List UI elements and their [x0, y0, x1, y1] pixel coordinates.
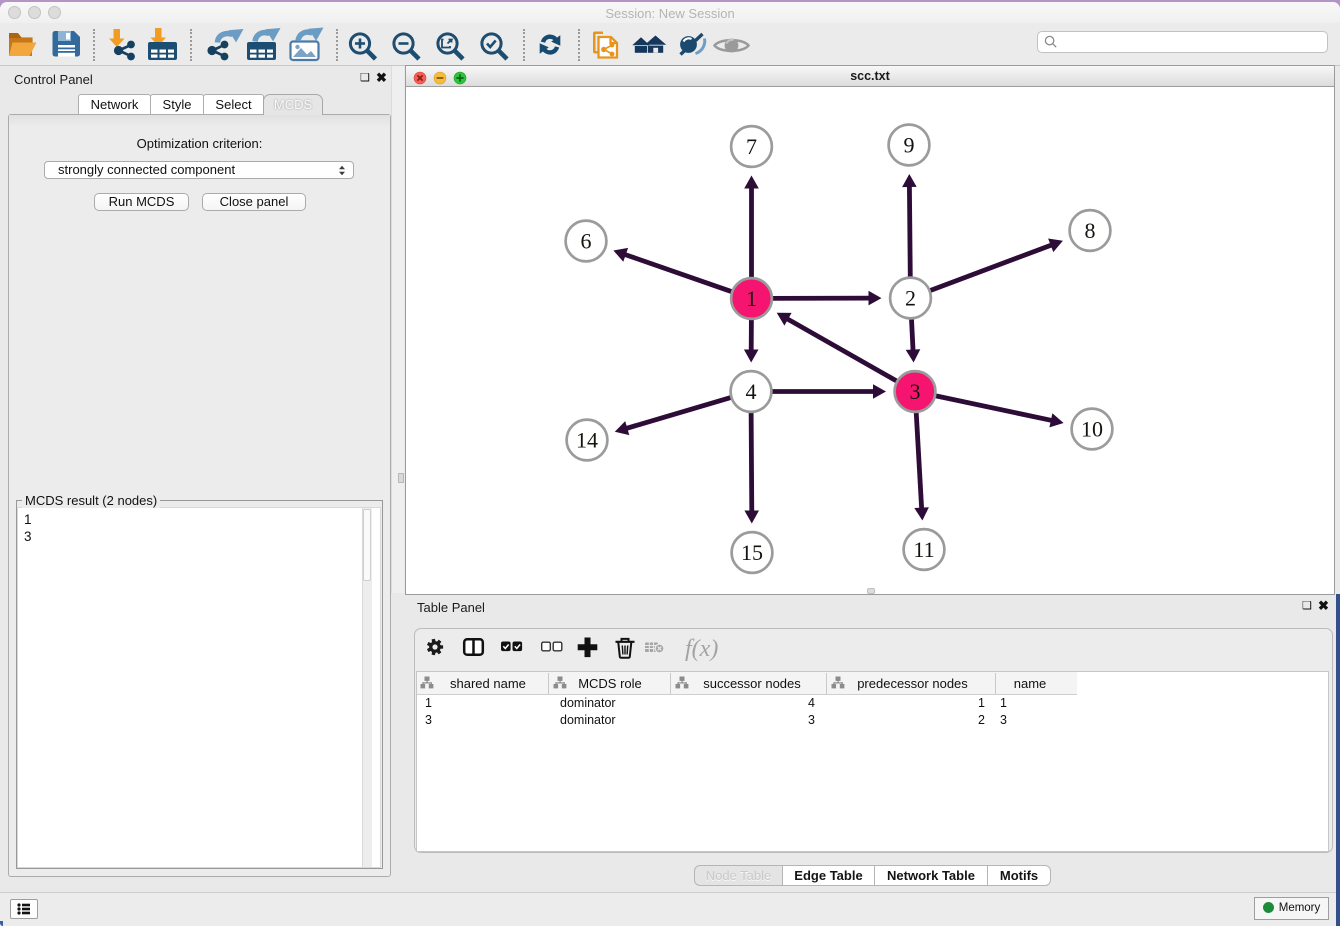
- svg-text:3: 3: [910, 379, 921, 404]
- svg-text:2: 2: [905, 286, 916, 311]
- svg-text:1: 1: [746, 286, 757, 311]
- svg-text:10: 10: [1081, 417, 1103, 442]
- svg-text:f(x): f(x): [685, 636, 718, 662]
- svg-text:4: 4: [746, 379, 757, 404]
- svg-text:14: 14: [576, 428, 598, 453]
- svg-text:7: 7: [746, 134, 757, 159]
- svg-text:8: 8: [1085, 218, 1096, 243]
- svg-text:15: 15: [741, 540, 763, 565]
- svg-text:11: 11: [913, 537, 934, 562]
- svg-text:9: 9: [904, 133, 915, 158]
- svg-text:6: 6: [581, 229, 592, 254]
